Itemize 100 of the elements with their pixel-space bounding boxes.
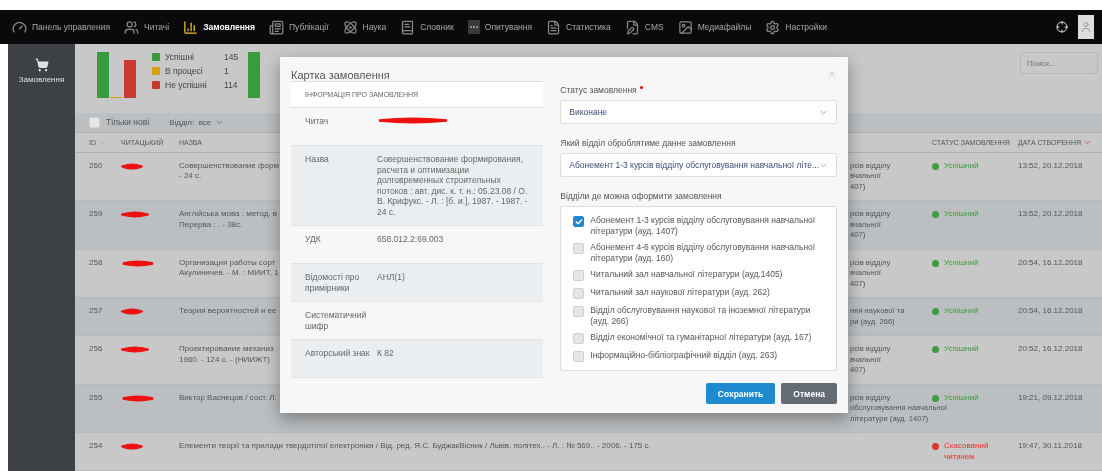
- field-label: Який відділ оброблятиме данне замовлення: [560, 138, 737, 148]
- status-select[interactable]: Виконане: [560, 100, 837, 124]
- info-label: Відомості про примірники: [305, 272, 361, 293]
- date-cell-text: 13:52, 20.12.2018: [1018, 160, 1084, 172]
- redaction-scribble: [121, 162, 143, 170]
- legend-label: Не успішні: [165, 80, 208, 90]
- bar-chart-drawing: [248, 50, 263, 100]
- nav-item[interactable]: Медиафайлы: [677, 19, 752, 35]
- avatar[interactable]: [1078, 15, 1094, 39]
- crosshair-icon[interactable]: [1056, 21, 1068, 33]
- check-icon: [574, 217, 583, 226]
- department-filter-dropdown[interactable]: Відділ: все: [169, 118, 225, 127]
- dialog-title: Картка замовлення: [291, 69, 390, 81]
- info-label: Читач: [305, 116, 330, 128]
- info-value: 658.012.2:69.003: [377, 234, 445, 246]
- title-text: Теория вероятностей и ее: [179, 306, 277, 317]
- date-cell-text: 20:54, 16.12.2018: [1018, 257, 1084, 269]
- id-cell-text: 257: [89, 306, 104, 317]
- id-cell-text: 259: [89, 209, 104, 220]
- field-label: Відділи де можна оформити замовлення: [560, 191, 723, 201]
- nav-item[interactable]: Статистика: [546, 19, 611, 35]
- image-icon: [677, 19, 693, 35]
- title-text: Англійська мова : метод. в: [179, 209, 278, 220]
- info-value: Совершенствование формирования, расчета и оптимизации долговременных строительных потоков : авт. дис. к. т. н.: 05.23.08 / О. В. Крифукс. - Л. : [б. и.], 1987. - 1987. - 24 с.: [377, 154, 529, 217]
- legend-label: В процесі: [165, 66, 204, 76]
- department-select[interactable]: Абонемент 1-3 курсів відділу обслуговування навчальної літе...: [560, 153, 837, 177]
- date-cell-text: 19:47, 30.11.2018: [1018, 441, 1083, 452]
- id-cell-text: 254: [89, 441, 104, 452]
- department-checkbox[interactable]: Інформаційно-бібліографічний відділ (ауд. 263): [573, 350, 826, 362]
- nav-item[interactable]: Наука: [342, 19, 387, 35]
- department-checkbox[interactable]: Читальний зал наукової літератури (ауд. 262): [573, 287, 826, 299]
- settings-icon: [765, 19, 781, 35]
- field-label: Статус замовлення: [560, 85, 637, 95]
- info-value: АНЛ(1): [377, 272, 406, 284]
- redaction-scribble: [121, 308, 143, 315]
- title-text: 1960. - 124 с. - (НИИЖТ): [179, 354, 270, 365]
- nav-item[interactable]: Публікації: [268, 19, 329, 35]
- nav-item[interactable]: Опитування: [467, 20, 533, 34]
- status-label: Успішний: [932, 257, 979, 289]
- title-text: Акулиничев. - М. : МИИТ, 1: [179, 268, 279, 279]
- redaction-scribble: [121, 211, 149, 218]
- title-text: Елементи теорії та прилади твердотілої електроніки / Від. ред. Я.С. БуджакВісник / Львів. політех.. - Л. : № 569.. - 2006. - 175 с.: [179, 441, 651, 452]
- id-cell-text: 258: [89, 257, 104, 269]
- department-checkbox[interactable]: Абонемент 1-3 курсів відділу обслуговування навчальної літератури (ауд. 1407): [573, 215, 826, 236]
- newspaper-icon: [268, 19, 284, 35]
- nav-item[interactable]: Замовлення: [183, 19, 255, 35]
- redaction-scribble: [121, 259, 155, 267]
- title-text: Совершенствование форм: [179, 160, 279, 171]
- status-label: Успішний: [932, 306, 979, 327]
- id-cell-text: 255: [89, 392, 104, 404]
- close-icon[interactable]: [827, 69, 837, 79]
- id-cell-text: 260: [89, 160, 104, 172]
- department-checkbox[interactable]: Відділ обслуговування наукової та іноземної літератури (ауд. 266): [573, 305, 826, 326]
- book-icon: [400, 19, 416, 35]
- nav-item[interactable]: Читачі: [124, 19, 170, 35]
- department-checkbox[interactable]: Відділ економічної та гуманітарної літератури (ауд. 167): [573, 332, 826, 344]
- date-cell-text: 13:52, 20.12.2018: [1018, 209, 1084, 220]
- users-icon: [124, 19, 140, 35]
- chevron-icon: [215, 118, 225, 127]
- status-label: Успішний: [932, 209, 979, 241]
- date-cell-text: 20:54, 16.12.2018: [1018, 306, 1084, 317]
- info-label: УДК: [305, 234, 322, 246]
- nav-item[interactable]: Словник: [400, 19, 454, 35]
- info-value: К 82: [377, 348, 395, 360]
- redaction-scribble: [121, 394, 155, 402]
- bar-chart-icon: [183, 19, 199, 35]
- cancel-button[interactable]: Отмена: [781, 383, 837, 404]
- dots-icon: [467, 20, 480, 34]
- gauge-icon: [12, 19, 27, 35]
- department-checkbox[interactable]: Абонемент 4-6 курсів відділу обслуговування навчальної літератури (ауд. 160): [573, 242, 826, 263]
- nav-item[interactable]: Панель управления: [12, 19, 111, 35]
- title-text: - 24 с.: [179, 171, 202, 182]
- cart-icon: [34, 58, 49, 72]
- title-text: Проектирование механиз: [179, 344, 274, 355]
- save-button[interactable]: Сохранить: [705, 383, 776, 404]
- only-new-checkbox[interactable]: Тільки нові: [89, 117, 150, 128]
- redaction-scribble: [121, 346, 149, 353]
- info-label: Систематичний шифр: [305, 310, 368, 331]
- atom-icon: [342, 19, 358, 35]
- info-label: Авторський знак: [305, 348, 371, 360]
- date-cell-text: 19:21, 09.12.2018: [1018, 392, 1084, 404]
- document-pen-icon: [624, 19, 640, 35]
- legend-count: 145: [224, 52, 239, 62]
- title-text: Перерва ; . - 38с.: [179, 219, 243, 230]
- redaction-scribble: [377, 117, 449, 124]
- sidebar-item[interactable]: Замовлення: [18, 58, 65, 84]
- nav-item[interactable]: Настройки: [765, 19, 828, 35]
- status-label: Скасований читачем: [932, 441, 1006, 462]
- legend-label: Успішні: [165, 52, 195, 62]
- legend-count: 1: [224, 66, 230, 76]
- nav-item[interactable]: CMS: [624, 19, 664, 35]
- status-label: Успішний: [932, 160, 979, 192]
- title-text: Организация работы сорт: [179, 257, 276, 268]
- status-label: Успішний: [932, 344, 979, 376]
- redaction-scribble: [121, 443, 143, 450]
- department-checkbox[interactable]: Читальний зал навчальної літератури (ауд.1405): [573, 269, 826, 281]
- id-cell-text: 256: [89, 344, 104, 355]
- search-field[interactable]: Поиск...: [1020, 52, 1098, 74]
- info-label: Назва: [305, 154, 330, 166]
- date-cell-text: 20:52, 16.12.2018: [1018, 344, 1084, 355]
